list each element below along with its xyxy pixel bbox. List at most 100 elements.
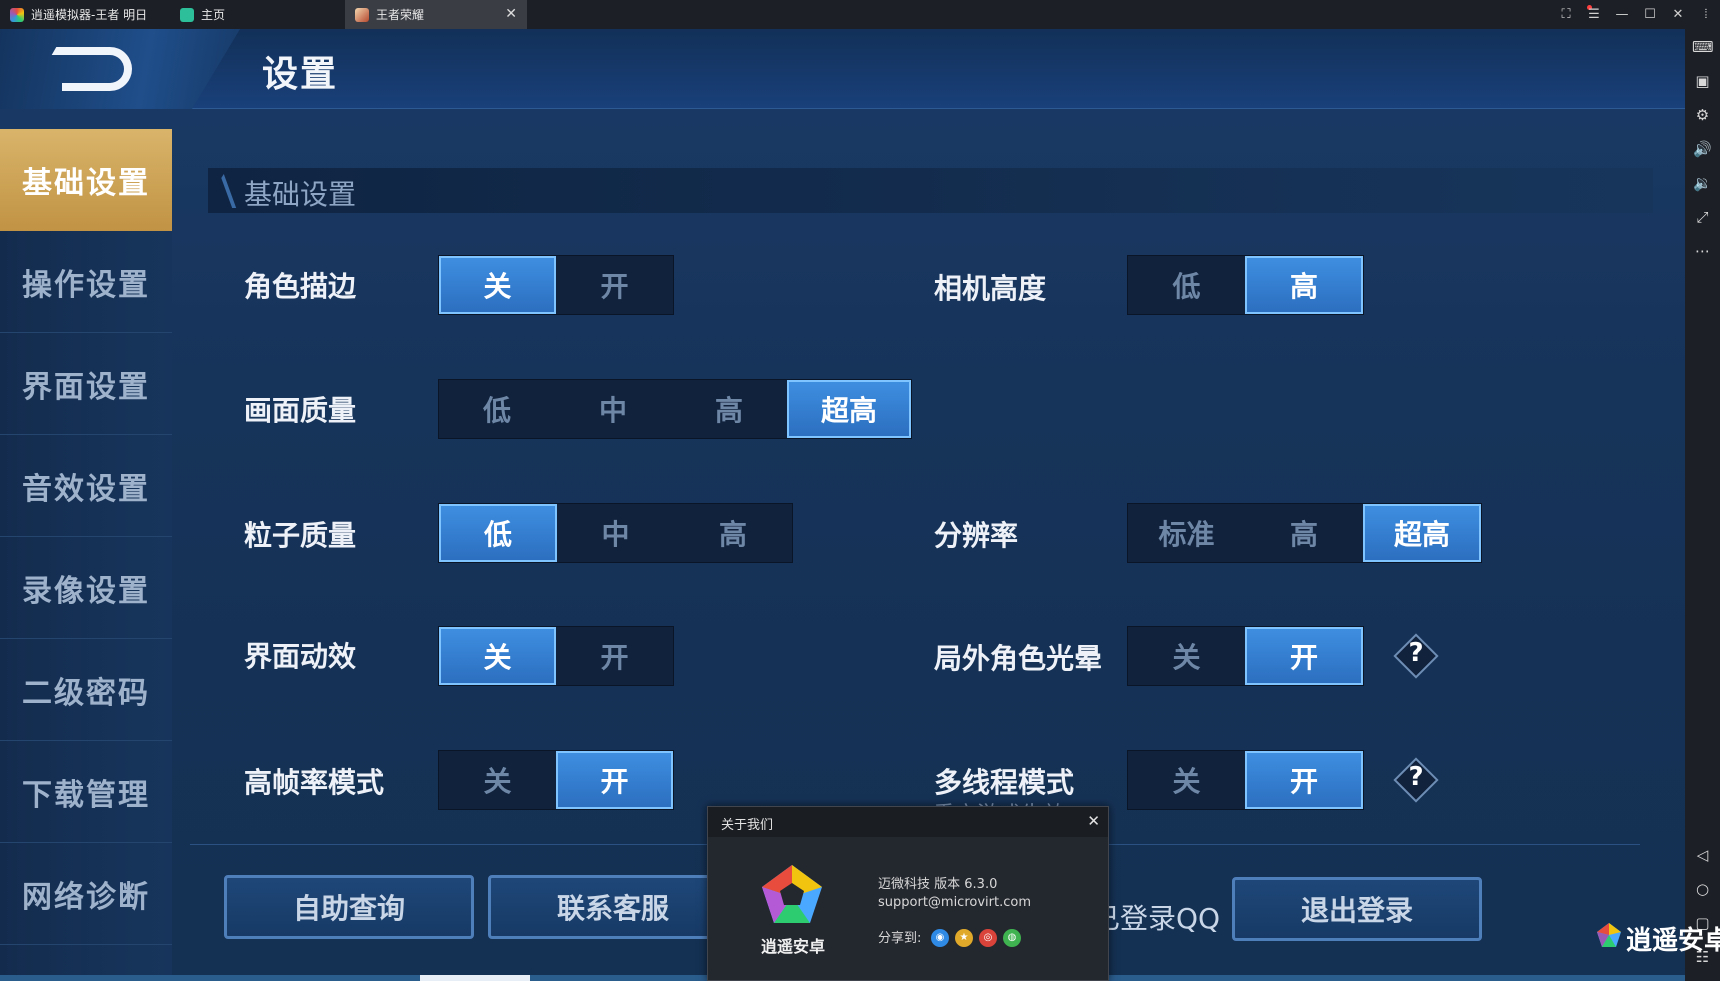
glow-help-button[interactable]: ?	[1393, 633, 1439, 679]
question-mark-icon: ?	[1408, 762, 1424, 792]
settings-sidebar: 基础设置 操作设置 界面设置 音效设置 录像设置 二级密码 下载管理 网络诊断	[0, 129, 172, 981]
ui-effect-toggle: 关 开	[438, 626, 674, 686]
particle-low-option[interactable]: 低	[439, 504, 557, 562]
home-icon	[180, 7, 194, 22]
scroll-thumb[interactable]	[420, 975, 530, 981]
sidebar-item-controls[interactable]: 操作设置	[0, 231, 172, 333]
self-query-button[interactable]: 自助查询	[224, 875, 474, 939]
gear-icon[interactable]: ⚙	[1692, 105, 1713, 126]
game-icon	[355, 7, 369, 22]
menu-icon[interactable]: ☰	[1580, 7, 1608, 22]
quality-low-option[interactable]: 低	[439, 380, 555, 438]
resolution-ultra-option[interactable]: 超高	[1363, 504, 1481, 562]
chevron-right-icon	[205, 174, 237, 208]
sidebar-item-interface[interactable]: 界面设置	[0, 333, 172, 435]
tab-label: 逍遥模拟器-王者 明日	[31, 8, 148, 22]
sidebar-item-password[interactable]: 二级密码	[0, 639, 172, 741]
glow-toggle: 关 开	[1127, 626, 1364, 686]
glow-on-option[interactable]: 开	[1245, 627, 1363, 685]
outline-off-option[interactable]: 关	[439, 256, 556, 314]
multithread-toggle: 关 开	[1127, 750, 1364, 810]
ui-effect-off-option[interactable]: 关	[439, 627, 556, 685]
emulator-watermark-logo-icon	[1597, 923, 1621, 947]
outline-on-option[interactable]: 开	[556, 256, 673, 314]
brand-logo-icon	[762, 865, 822, 923]
wechat-icon[interactable]: ◍	[1003, 929, 1021, 947]
high-fps-on-option[interactable]: 开	[556, 751, 673, 809]
more-icon[interactable]: ⋯	[1692, 241, 1713, 262]
maximize-icon[interactable]: ☐	[1636, 7, 1664, 22]
resolution-high-option[interactable]: 高	[1245, 504, 1363, 562]
multithread-help-button[interactable]: ?	[1393, 757, 1439, 803]
glow-label: 局外角色光晕	[934, 642, 1103, 675]
quality-selector: 低 中 高 超高	[438, 379, 912, 439]
quality-mid-option[interactable]: 中	[555, 380, 671, 438]
section-title: 基础设置	[244, 178, 357, 211]
high-fps-label: 高帧率模式	[244, 766, 385, 799]
sidebar-item-recording[interactable]: 录像设置	[0, 537, 172, 639]
tab-home[interactable]: 主页	[170, 0, 345, 29]
multithread-on-option[interactable]: 开	[1245, 751, 1363, 809]
minimize-icon[interactable]: —	[1608, 7, 1636, 22]
resolution-label: 分辨率	[934, 519, 1019, 552]
sidebar-item-downloads[interactable]: 下载管理	[0, 741, 172, 843]
watermark-text: 逍遥安卓	[1626, 926, 1720, 956]
qq-icon[interactable]: ◉	[931, 929, 949, 947]
back-nav-icon[interactable]: ◁	[1692, 845, 1713, 866]
dialog-brand: 逍遥安卓	[760, 937, 825, 956]
camera-high-option[interactable]: 高	[1245, 256, 1363, 314]
particle-mid-option[interactable]: 中	[557, 504, 674, 562]
quality-ultra-option[interactable]: 超高	[787, 380, 911, 438]
logout-button[interactable]: 退出登录	[1232, 877, 1482, 941]
resolution-selector: 标准 高 超高	[1127, 503, 1482, 563]
sidebar-item-network[interactable]: 网络诊断	[0, 843, 172, 945]
camera-low-option[interactable]: 低	[1128, 256, 1245, 314]
particle-selector: 低 中 高	[438, 503, 793, 563]
home-nav-icon[interactable]: ○	[1692, 879, 1713, 900]
tab-emulator[interactable]: 逍遥模拟器-王者 明日	[0, 0, 170, 29]
record-icon[interactable]: ▣	[1692, 71, 1713, 92]
emulator-logo-icon	[10, 7, 24, 22]
section-header: 基础设置	[205, 168, 1653, 213]
particle-high-option[interactable]: 高	[674, 504, 792, 562]
window-controls: ⛶ ☰ — ☐ ✕ ⦙	[1552, 0, 1720, 29]
sidebar-item-sound[interactable]: 音效设置	[0, 435, 172, 537]
close-icon[interactable]: ✕	[1664, 7, 1692, 22]
back-button[interactable]	[0, 29, 240, 109]
multithread-label: 多线程模式	[934, 766, 1075, 799]
screenshot-icon[interactable]: ⛶	[1552, 7, 1580, 22]
tab-game[interactable]: 王者荣耀 ✕	[345, 0, 527, 29]
quality-label: 画面质量	[244, 394, 357, 427]
keyboard-icon[interactable]: ⌨	[1692, 37, 1714, 58]
particle-label: 粒子质量	[244, 519, 357, 552]
emulator-toolbar: ⌨ ▣ ⚙ 🔊 🔉 ⤢ ⋯ ◁ ○ ▢ ☷	[1685, 29, 1720, 981]
fullscreen-icon[interactable]: ⤢	[1692, 207, 1713, 228]
about-dialog: 关于我们 ✕ 逍遥安卓 迈微科技 版本 6.3.0 support@microv…	[707, 806, 1109, 981]
camera-label: 相机高度	[934, 272, 1047, 305]
header: 设置	[0, 29, 1685, 109]
ui-effect-on-option[interactable]: 开	[556, 627, 673, 685]
quality-high-option[interactable]: 高	[671, 380, 787, 438]
high-fps-off-option[interactable]: 关	[439, 751, 556, 809]
ui-effect-label: 界面动效	[244, 640, 357, 673]
dialog-title: 关于我们	[721, 818, 774, 833]
outline-label: 角色描边	[244, 270, 357, 303]
back-arrow-icon	[62, 47, 132, 91]
qzone-icon[interactable]: ★	[955, 929, 973, 947]
share-label: 分享到:	[878, 931, 922, 946]
glow-off-option[interactable]: 关	[1128, 627, 1245, 685]
dialog-close-icon[interactable]: ✕	[1087, 812, 1100, 830]
page-title: 设置	[262, 54, 339, 95]
multithread-off-option[interactable]: 关	[1128, 751, 1245, 809]
volume-up-icon[interactable]: 🔊	[1692, 139, 1713, 160]
sidebar-toggle-icon[interactable]: ⦙	[1692, 7, 1720, 22]
volume-down-icon[interactable]: 🔉	[1692, 173, 1713, 194]
tab-label: 王者荣耀	[376, 8, 425, 22]
tab-close-icon[interactable]: ✕	[505, 6, 517, 22]
support-email[interactable]: support@microvirt.com	[878, 895, 1031, 910]
sidebar-item-basic[interactable]: 基础设置	[0, 129, 172, 231]
weibo-icon[interactable]: ◎	[979, 929, 997, 947]
contact-support-button[interactable]: 联系客服	[488, 875, 738, 939]
question-mark-icon: ?	[1408, 638, 1424, 668]
resolution-standard-option[interactable]: 标准	[1128, 504, 1245, 562]
